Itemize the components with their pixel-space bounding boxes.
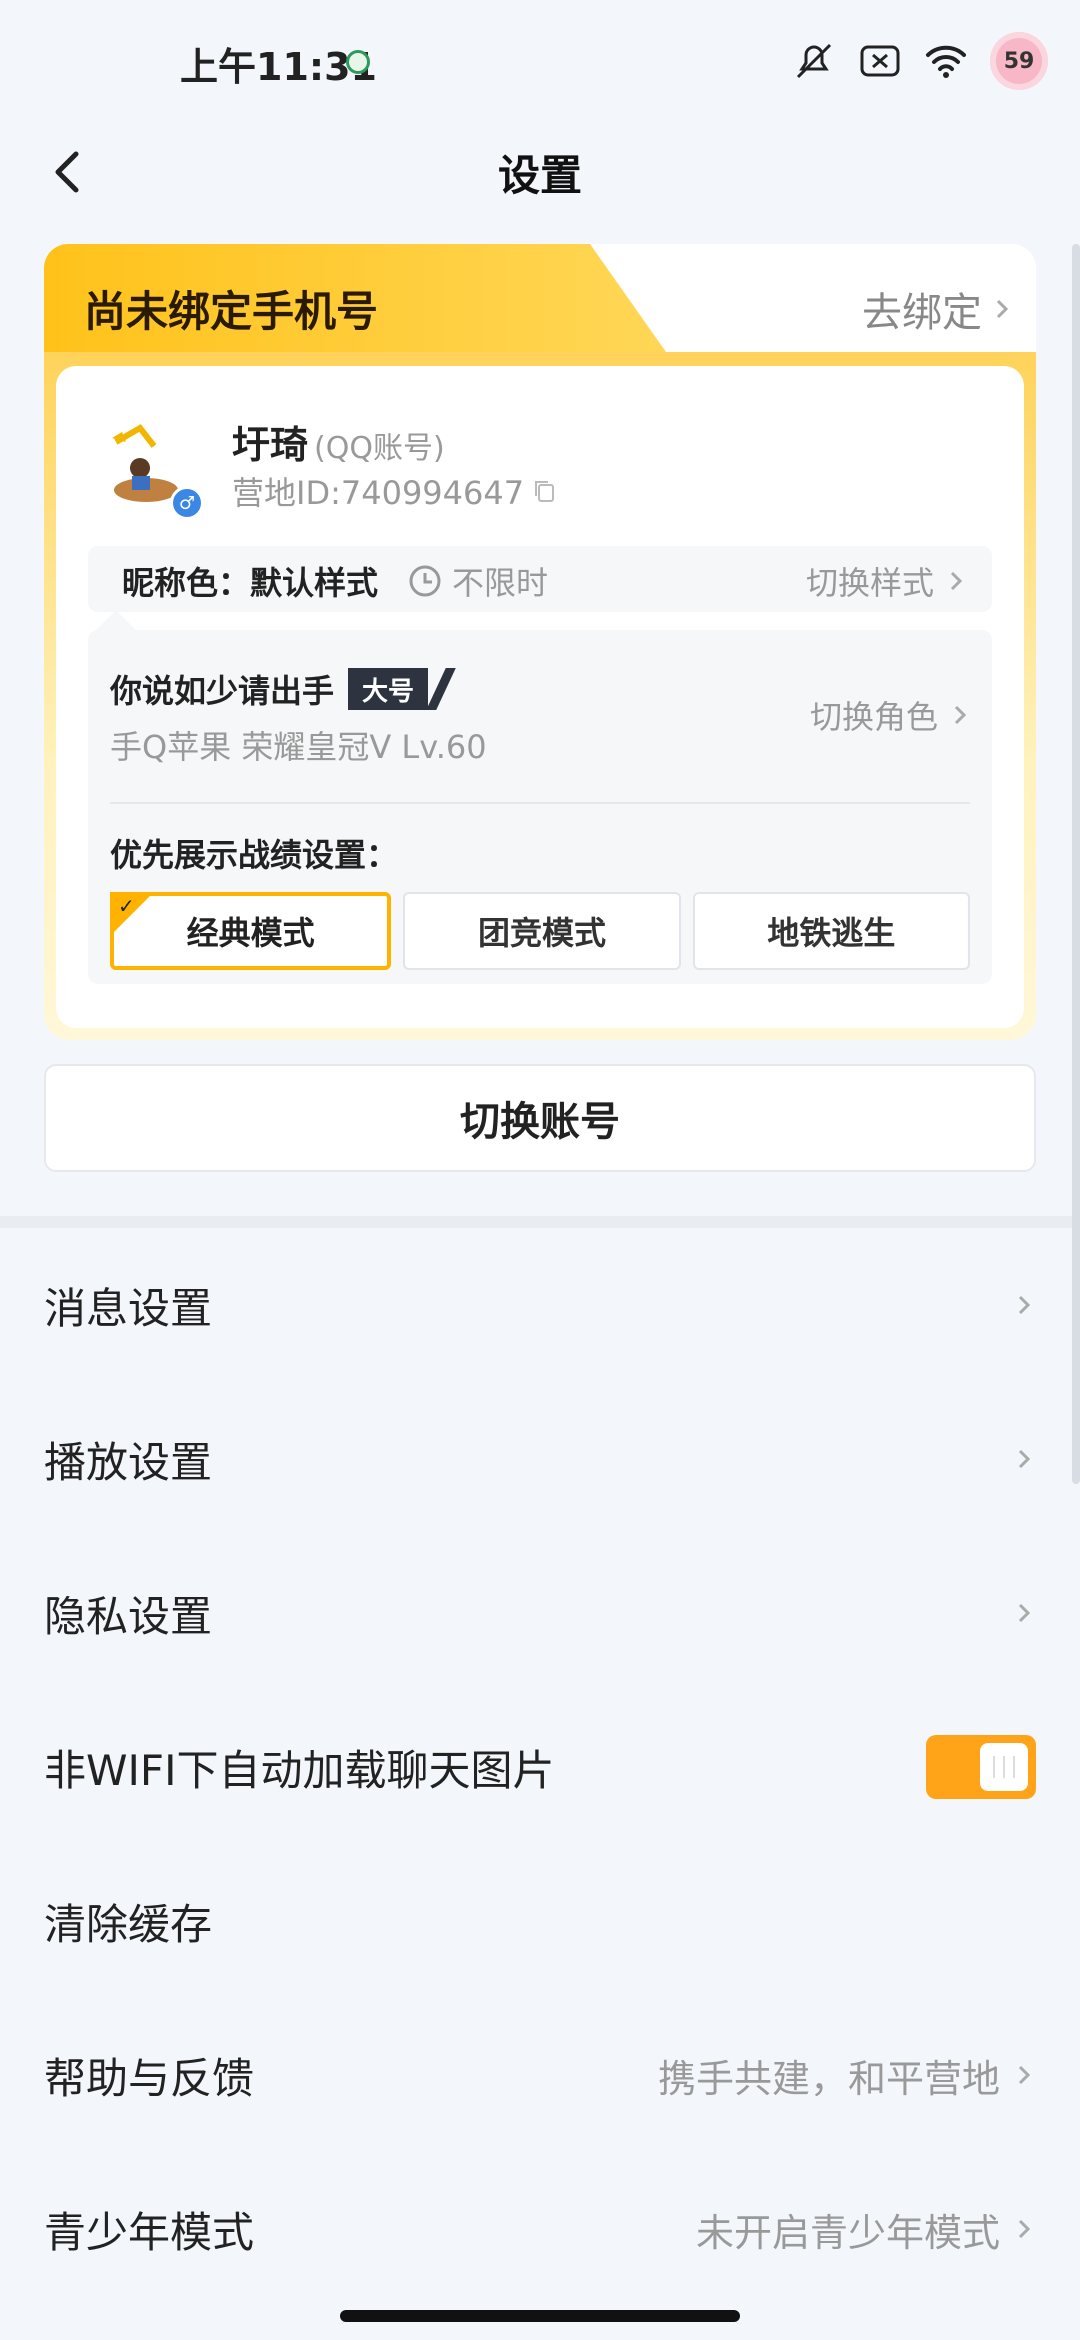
settings-item-label: 消息设置 (44, 1283, 213, 1333)
settings-item-teen-mode[interactable]: 青少年模式 未开启青少年模式 (0, 2152, 1080, 2306)
mode-label: 地铁逃生 (767, 914, 896, 952)
settings-item-hint: 未开启青少年模式 (695, 2210, 1000, 2255)
knob-grip-icon (993, 1756, 1015, 1778)
mode-label: 经典模式 (186, 914, 315, 952)
status-bar: 上午11:31 59 (0, 0, 1080, 120)
chevron-right-icon (996, 299, 1009, 319)
avatar[interactable]: ♂ (102, 416, 204, 520)
male-gender-icon: ♂ (170, 486, 204, 520)
settings-item-auto-load-images: 非WIFI下自动加载聊天图片 (0, 1690, 1080, 1844)
role-subtitle: 手Q苹果 荣耀皇冠V Lv.60 (110, 728, 487, 766)
nick-color-label: 昵称色：默认样式 (122, 564, 379, 602)
page-title: 设置 (497, 151, 582, 200)
settings-list: 消息设置 播放设置 隐私设置 非WIFI下自动加载聊天图片 清除缓存 帮助与反馈… (0, 1228, 1080, 2306)
camp-id-text: 营地ID:740994647 (232, 474, 525, 512)
camp-id: 营地ID:740994647 (232, 468, 558, 514)
nick-duration-text: 不限时 (452, 564, 549, 602)
account-type: (QQ账号) (314, 431, 445, 466)
settings-item-label: 清除缓存 (44, 1899, 213, 1949)
user-name: 圩琦 (232, 423, 309, 467)
toggle-knob (980, 1743, 1028, 1791)
switch-account-label: 切换账号 (460, 1099, 620, 1145)
role-box: 你说如少请出手 大号 手Q苹果 荣耀皇冠V Lv.60 切换角色 优先展示战绩设… (88, 630, 992, 984)
switch-account-button[interactable]: 切换账号 (44, 1064, 1036, 1172)
record-pref-label: 优先展示战绩设置： (110, 836, 399, 874)
role-badge: 大号 (348, 668, 429, 710)
switch-style-label: 切换样式 (805, 564, 934, 602)
settings-item-privacy[interactable]: 隐私设置 (0, 1536, 1080, 1690)
settings-item-label: 青少年模式 (44, 2207, 255, 2257)
settings-item-help-feedback[interactable]: 帮助与反馈 携手共建，和平营地 (0, 1998, 1080, 2152)
mode-selector: ✓ 经典模式 团竞模式 地铁逃生 (110, 892, 970, 970)
scrollbar[interactable] (1072, 244, 1080, 1484)
settings-item-right: 携手共建，和平营地 (658, 2048, 1036, 2103)
chevron-right-icon (1018, 2065, 1031, 2085)
settings-item-hint: 携手共建，和平营地 (657, 2056, 1000, 2101)
mode-classic-button[interactable]: ✓ 经典模式 (110, 892, 392, 970)
settings-item-label: 隐私设置 (44, 1591, 213, 1641)
settings-item-label: 非WIFI下自动加载聊天图片 (44, 1745, 555, 1795)
divider (110, 802, 970, 804)
status-icons: 59 (792, 32, 1048, 90)
settings-item-label: 帮助与反馈 (44, 2053, 255, 2103)
check-icon: ✓ (118, 894, 135, 918)
mode-team-button[interactable]: 团竞模式 (403, 892, 681, 970)
settings-item-right (1012, 1601, 1036, 1625)
switch-role-link[interactable]: 切换角色 (810, 692, 972, 738)
settings-item-right (1012, 1293, 1036, 1317)
user-name-line: 圩琦 (QQ账号) (232, 414, 445, 469)
wifi-icon (924, 39, 968, 83)
settings-item-clear-cache[interactable]: 清除缓存 (0, 1844, 1080, 1998)
account-card: 尚未绑定手机号 去绑定 ♂ 圩琦 (QQ账号) 营地ID:740994647 昵… (44, 244, 1036, 1040)
mode-label: 团竞模式 (477, 914, 606, 952)
card-inner: ♂ 圩琦 (QQ账号) 营地ID:740994647 昵称色：默认样式 不限时 切… (56, 366, 1024, 1028)
nick-color-row: 昵称色：默认样式 不限时 切换样式 (88, 546, 992, 612)
chevron-right-icon (1018, 1449, 1031, 1469)
settings-item-right: 未开启青少年模式 (696, 2202, 1036, 2257)
chevron-right-icon (954, 705, 967, 725)
settings-item-label: 播放设置 (44, 1437, 213, 1487)
no-sim-icon (858, 39, 902, 83)
chevron-right-icon (1018, 1295, 1031, 1315)
auto-load-images-toggle[interactable] (926, 1735, 1036, 1799)
chevron-right-icon (1018, 2219, 1031, 2239)
settings-item-right (1012, 1447, 1036, 1471)
role-name: 你说如少请出手 (110, 672, 335, 710)
nick-color-duration: 不限时 (408, 558, 548, 604)
home-indicator[interactable] (340, 2310, 740, 2322)
chevron-right-icon (950, 571, 963, 591)
app-notification-icon (346, 50, 370, 74)
switch-role-label: 切换角色 (809, 698, 938, 736)
clock-icon (409, 565, 441, 597)
chevron-right-icon (1018, 1603, 1031, 1623)
settings-item-messages[interactable]: 消息设置 (0, 1228, 1080, 1382)
card-body: ♂ 圩琦 (QQ账号) 营地ID:740994647 昵称色：默认样式 不限时 切… (44, 352, 1036, 1040)
mode-metro-button[interactable]: 地铁逃生 (692, 892, 970, 970)
settings-item-playback[interactable]: 播放设置 (0, 1382, 1080, 1536)
bind-phone-label: 去绑定 (862, 290, 982, 336)
mute-icon (792, 39, 836, 83)
battery-icon: 59 (990, 32, 1048, 90)
bind-phone-status: 尚未绑定手机号 (84, 287, 379, 336)
section-separator (0, 1216, 1080, 1228)
switch-style-link[interactable]: 切换样式 (806, 558, 968, 604)
bind-phone-link[interactable]: 去绑定 (862, 280, 1014, 338)
battery-level: 59 (1003, 48, 1035, 74)
header: 设置 (0, 120, 1080, 230)
copy-icon[interactable] (532, 478, 558, 504)
role-name-line: 你说如少请出手 大号 (110, 666, 429, 712)
